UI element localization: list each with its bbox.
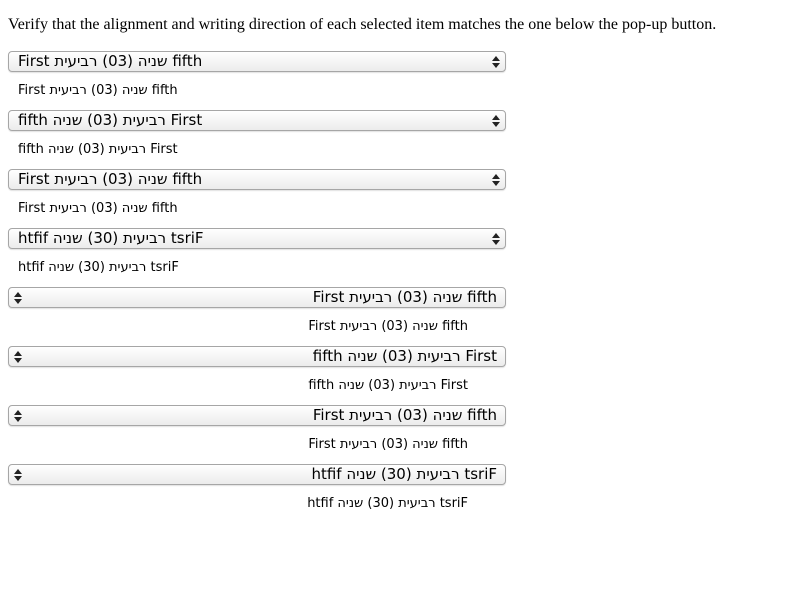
- popup-button[interactable]: First שניה (03) רביעית fifth: [8, 287, 506, 308]
- up-down-arrows-icon: [14, 410, 22, 422]
- popup-selected-item: First שניה (03) רביעית fifth: [18, 52, 203, 70]
- reference-label: fifth רביעית (03) שניה First: [18, 142, 178, 157]
- popup-row: First שניה (03) רביעית fifth First שניה …: [0, 287, 520, 346]
- popup-button[interactable]: First תיעיבר (03) הינש fifth: [8, 405, 506, 426]
- up-down-arrows-icon: [14, 469, 22, 481]
- instruction-text: Verify that the alignment and writing di…: [8, 16, 717, 33]
- popup-button[interactable]: htfif רביעית (30) שניה tsriF: [8, 228, 506, 249]
- up-down-arrows-icon: [492, 115, 500, 127]
- popup-row: First שניה (03) רביעית fifth First שניה …: [0, 51, 520, 110]
- reference-label: First תיעיבר (03) הינש fifth: [308, 437, 468, 452]
- popup-row: First תיעיבר (03) הינש fifth First תיעיב…: [0, 169, 520, 228]
- popup-row: htfif רביעית (30) שניה tsriF htfif רביעי…: [0, 464, 520, 523]
- popup-button[interactable]: fifth רביעית (03) שניה First: [8, 110, 506, 131]
- popup-selected-item: htfif רביעית (30) שניה tsriF: [18, 229, 204, 247]
- popup-selected-item: fifth רביעית (03) שניה First: [312, 347, 497, 365]
- reference-label: htfif רביעית (30) שניה tsriF: [307, 496, 468, 511]
- up-down-arrows-icon: [492, 56, 500, 68]
- reference-label: First תיעיבר (03) הינש fifth: [18, 201, 178, 216]
- up-down-arrows-icon: [14, 351, 22, 363]
- popup-button[interactable]: fifth רביעית (03) שניה First: [8, 346, 506, 367]
- popup-button[interactable]: First תיעיבר (03) הינש fifth: [8, 169, 506, 190]
- popup-selected-item: First תיעיבר (03) הינש fifth: [18, 170, 203, 188]
- popup-button[interactable]: First שניה (03) רביעית fifth: [8, 51, 506, 72]
- popup-row: htfif רביעית (30) שניה tsriF htfif רביעי…: [0, 228, 520, 287]
- up-down-arrows-icon: [14, 292, 22, 304]
- popup-row: fifth רביעית (03) שניה First fifth רביעי…: [0, 110, 520, 169]
- popup-selected-item: First תיעיבר (03) הינש fifth: [312, 406, 497, 424]
- popup-selected-item: First שניה (03) רביעית fifth: [312, 288, 497, 306]
- popup-button[interactable]: htfif רביעית (30) שניה tsriF: [8, 464, 506, 485]
- up-down-arrows-icon: [492, 233, 500, 245]
- up-down-arrows-icon: [492, 174, 500, 186]
- popup-selected-item: htfif רביעית (30) שניה tsriF: [311, 465, 497, 483]
- popup-selected-item: fifth רביעית (03) שניה First: [18, 111, 203, 129]
- reference-label: fifth רביעית (03) שניה First: [308, 378, 468, 393]
- reference-label: htfif רביעית (30) שניה tsriF: [18, 260, 179, 275]
- popup-row: fifth רביעית (03) שניה First fifth רביעי…: [0, 346, 520, 405]
- reference-label: First שניה (03) רביעית fifth: [18, 83, 178, 98]
- reference-label: First שניה (03) רביעית fifth: [308, 319, 468, 334]
- popup-row: First תיעיבר (03) הינש fifth First תיעיב…: [0, 405, 520, 464]
